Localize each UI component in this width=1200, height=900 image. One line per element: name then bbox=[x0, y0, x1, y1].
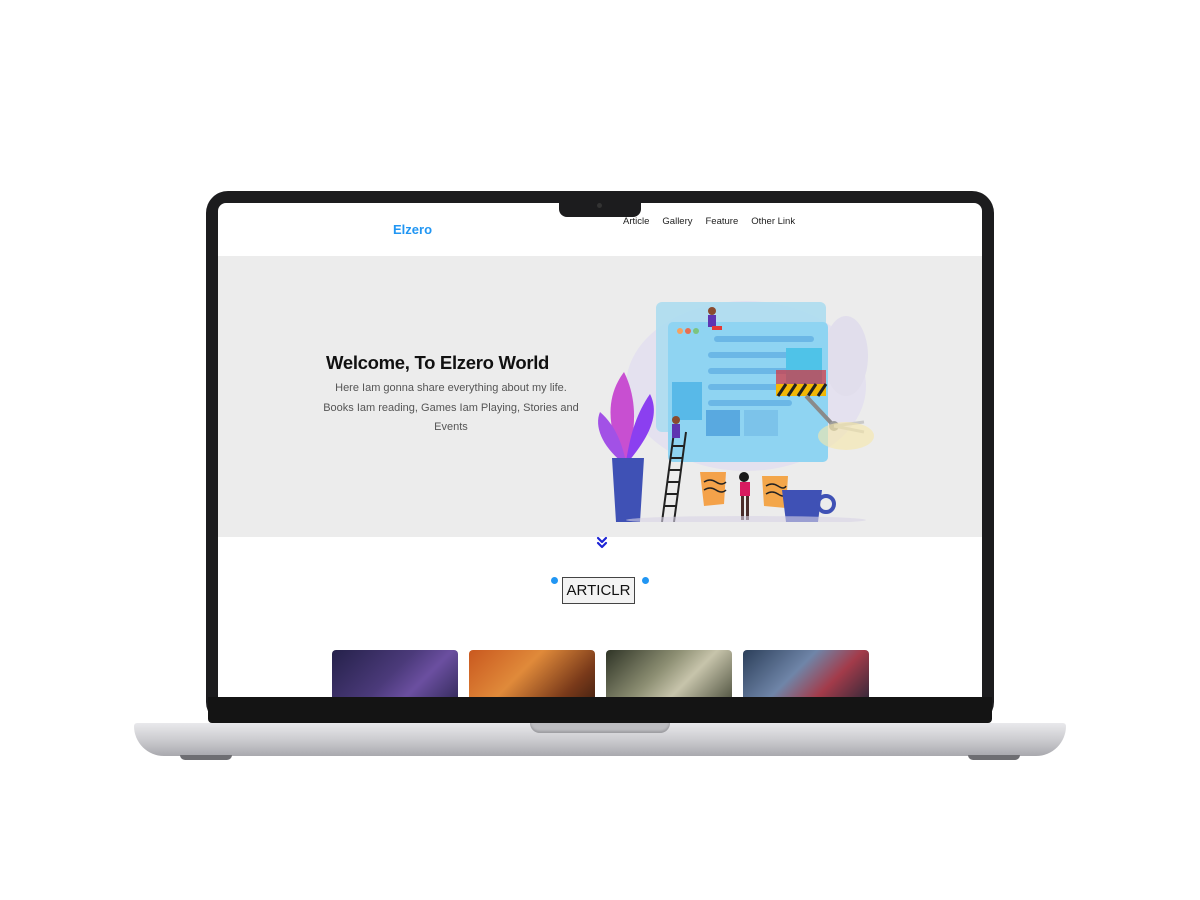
hero-illustration bbox=[598, 301, 874, 522]
laptop-foot-right bbox=[968, 755, 1020, 760]
articles-heading: ARTICLR bbox=[562, 577, 635, 604]
hero-description: Here Iam gonna share everything about my… bbox=[323, 382, 579, 433]
screen-bottom-bezel bbox=[208, 697, 992, 723]
browser-screen: Elzero Article Gallery Feature Other Lin… bbox=[218, 203, 982, 697]
article-card-image[interactable] bbox=[469, 650, 595, 697]
nav-link-gallery[interactable]: Gallery bbox=[662, 216, 692, 227]
camera-icon bbox=[597, 203, 602, 208]
laptop-foot-left bbox=[180, 755, 232, 760]
camera-notch bbox=[559, 198, 641, 217]
site-logo[interactable]: Elzero bbox=[393, 222, 432, 237]
heading-decor-dot-right bbox=[642, 577, 649, 584]
article-card-image[interactable] bbox=[332, 650, 458, 697]
article-card-image[interactable] bbox=[606, 650, 732, 697]
nav-link-feature[interactable]: Feature bbox=[706, 216, 739, 227]
nav-link-other[interactable]: Other Link bbox=[751, 216, 795, 227]
nav-link-article[interactable]: Article bbox=[623, 216, 649, 227]
trackpad-notch bbox=[530, 723, 670, 733]
double-chevron-down-icon[interactable] bbox=[596, 536, 608, 550]
hero-section: Welcome, To Elzero World Here Iam gonna … bbox=[218, 256, 982, 537]
heading-decor-dot-left bbox=[551, 577, 558, 584]
main-nav: Article Gallery Feature Other Link bbox=[623, 216, 795, 227]
article-card-image[interactable] bbox=[743, 650, 869, 697]
hero-title: Welcome, To Elzero World bbox=[326, 352, 550, 373]
